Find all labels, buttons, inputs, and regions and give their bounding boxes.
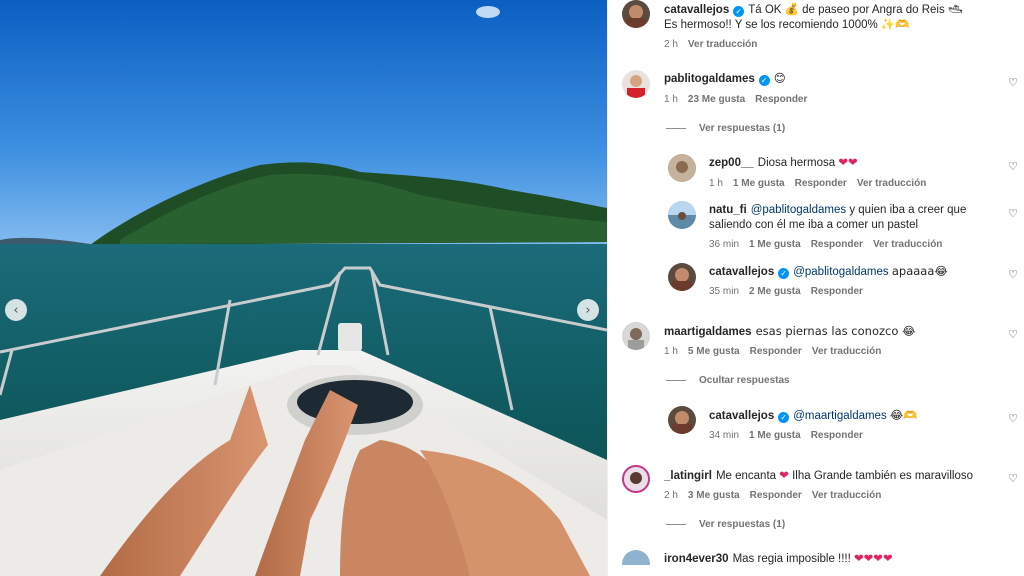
avatar[interactable]: [668, 201, 696, 229]
mention-link[interactable]: @pablitogaldames: [751, 204, 846, 216]
action-bar-edge: [608, 565, 1024, 576]
translate-link[interactable]: Ver traducción: [812, 346, 881, 357]
reply-link[interactable]: Responder: [795, 178, 847, 189]
carousel-prev-button[interactable]: ‹: [5, 299, 27, 321]
avatar[interactable]: [668, 406, 696, 434]
hide-replies-toggle[interactable]: Ocultar respuestas: [666, 375, 790, 386]
mention-link[interactable]: @pablitogaldames: [793, 266, 888, 278]
reply-link[interactable]: Responder: [750, 346, 802, 357]
comment-meta: 1 h5 Me gusta Responder Ver traducción: [664, 346, 882, 357]
comment-text: catavallejos ✓ @maartigaldames 😂🫶: [709, 408, 918, 423]
likes-count[interactable]: 5 Me gusta: [688, 346, 740, 357]
comment-text-continued: saliendo con él me iba a comer un pastel: [709, 219, 919, 231]
comment-username[interactable]: natu_fi: [709, 204, 747, 216]
like-heart-icon[interactable]: ♡: [1007, 161, 1019, 173]
comment-text: maartigaldames esas piernas las conozco 😂: [664, 324, 916, 338]
reply-link[interactable]: Responder: [755, 94, 807, 105]
comment-username[interactable]: catavallejos: [709, 266, 774, 278]
view-replies-toggle[interactable]: Ver respuestas (1): [666, 519, 785, 530]
comment-username[interactable]: iron4ever30: [664, 553, 729, 565]
comment-text: zep00__ Diosa hermosa ❤❤: [709, 155, 858, 169]
comment-text: _latingirl Me encanta ❤ Ilha Grande tambi…: [664, 468, 973, 482]
likes-count[interactable]: 1 Me gusta: [749, 239, 801, 250]
reply-link[interactable]: Responder: [811, 286, 863, 297]
reply-link[interactable]: Responder: [811, 239, 863, 250]
caption-meta: 2 h Ver traducción: [664, 39, 767, 50]
like-heart-icon[interactable]: ♡: [1007, 269, 1019, 281]
reply-link[interactable]: Responder: [811, 430, 863, 441]
like-heart-icon[interactable]: ♡: [1007, 473, 1019, 485]
verified-badge-icon: ✓: [778, 268, 790, 279]
replies-dash: [666, 127, 686, 129]
reply-link[interactable]: Responder: [750, 490, 802, 501]
avatar[interactable]: [622, 322, 650, 350]
likes-count[interactable]: 2 Me gusta: [749, 286, 801, 297]
likes-count[interactable]: 1 Me gusta: [749, 430, 801, 441]
comments-panel: catavallejos ✓ Tá OK 💰 de paseo por Angra …: [607, 0, 1024, 576]
boat-photo-image: [0, 0, 607, 576]
view-replies-toggle[interactable]: Ver respuestas (1): [666, 123, 785, 134]
translate-link[interactable]: Ver traducción: [812, 490, 881, 501]
comment-username[interactable]: catavallejos: [709, 410, 774, 422]
replies-dash: [666, 379, 686, 381]
avatar[interactable]: [668, 263, 696, 291]
replies-dash: [666, 523, 686, 525]
avatar[interactable]: [622, 465, 650, 493]
translate-link[interactable]: Ver traducción: [857, 178, 926, 189]
translate-link[interactable]: Ver traducción: [873, 239, 942, 250]
comment-username[interactable]: maartigaldames: [664, 326, 752, 338]
comment-text: pablitogaldames ✓ 😊: [664, 71, 786, 86]
comment-username[interactable]: _latingirl: [664, 470, 712, 482]
caption-time: 2 h: [664, 39, 678, 50]
like-heart-icon[interactable]: ♡: [1007, 329, 1019, 341]
comment-meta: 2 h3 Me gusta Responder Ver traducción: [664, 490, 882, 501]
comment-username[interactable]: pablitogaldames: [664, 73, 755, 85]
post-photo: ‹ ›: [0, 0, 607, 576]
comment-meta: 1 h 23 Me gusta Responder: [664, 94, 808, 105]
comment-text: catavallejos ✓ @pablitogaldames apaaaa😂: [709, 264, 948, 279]
likes-count[interactable]: 3 Me gusta: [688, 490, 740, 501]
verified-badge-icon: ✓: [778, 412, 790, 423]
comment-meta: 36 min 1 Me gusta Responder Ver traducción: [709, 239, 943, 250]
like-heart-icon[interactable]: ♡: [1007, 77, 1019, 89]
comment-meta: 1 h1 Me gusta Responder Ver traducción: [709, 178, 927, 189]
comment-username[interactable]: zep00__: [709, 157, 754, 169]
avatar[interactable]: [622, 70, 650, 98]
verified-badge-icon: ✓: [758, 75, 770, 86]
like-heart-icon[interactable]: ♡: [1007, 413, 1019, 425]
carousel-next-button[interactable]: ›: [577, 299, 599, 321]
caption-line-1: catavallejos ✓ Tá OK 💰 de paseo por Angra …: [664, 3, 963, 18]
comment-meta: 35 min 2 Me gusta Responder: [709, 286, 863, 297]
likes-count[interactable]: 23 Me gusta: [688, 94, 745, 105]
avatar[interactable]: [668, 154, 696, 182]
comment-meta: 34 min 1 Me gusta Responder: [709, 430, 863, 441]
caption-translate-link[interactable]: Ver traducción: [688, 39, 757, 50]
caption-text: Tá OK 💰 de paseo por Angra do Reis 🛥: [748, 4, 963, 16]
caption-line-2: Es hermoso!! Y se los recomiendo 1000% ✨…: [664, 19, 910, 31]
avatar[interactable]: [622, 0, 650, 28]
comment-text: natu_fi @pablitogaldames y quien iba a cr…: [709, 204, 967, 216]
caption-username[interactable]: catavallejos: [664, 4, 729, 16]
mention-link[interactable]: @maartigaldames: [793, 410, 887, 422]
verified-badge-icon: ✓: [733, 6, 745, 17]
likes-count[interactable]: 1 Me gusta: [733, 178, 785, 189]
like-heart-icon[interactable]: ♡: [1007, 208, 1019, 220]
